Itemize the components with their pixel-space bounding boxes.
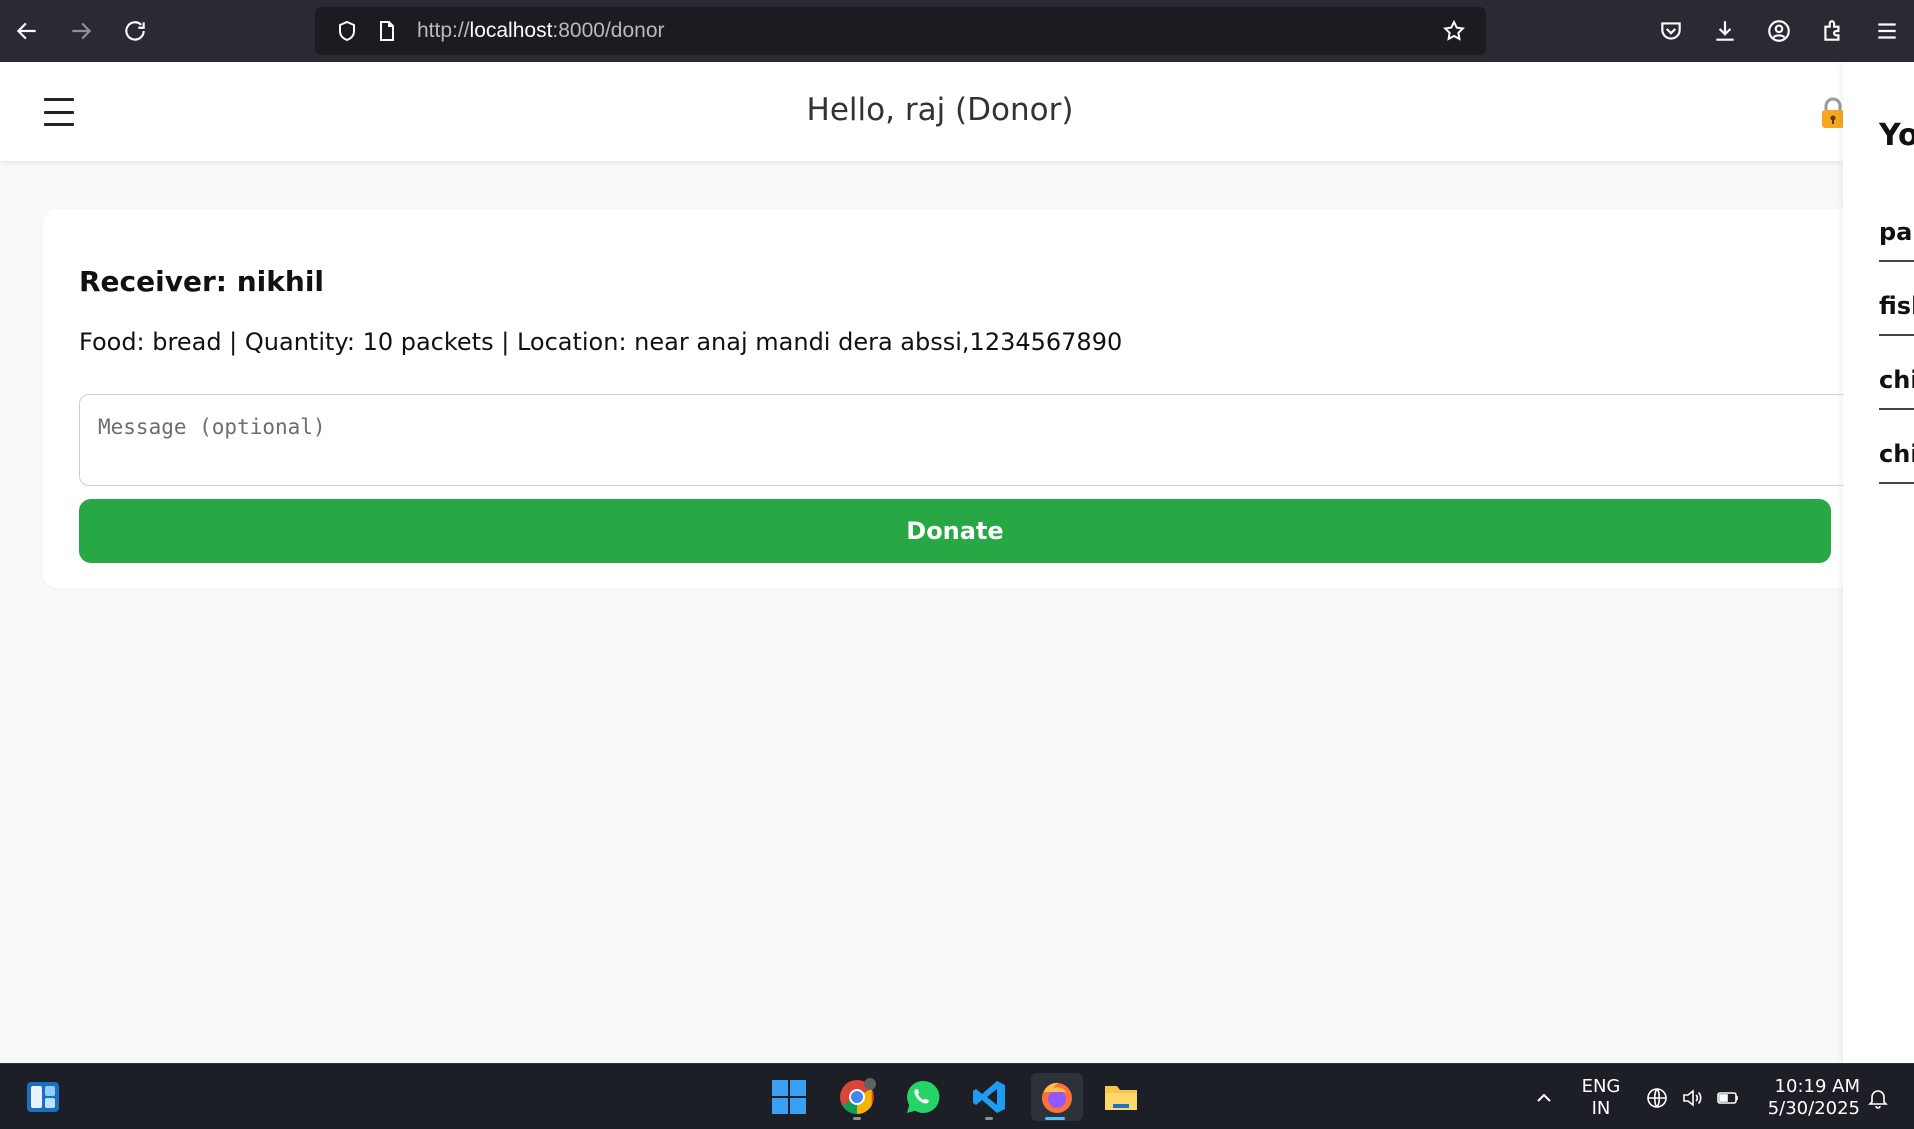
address-bar[interactable]: http://localhost:8000/donor [315,7,1486,55]
taskbar-whatsapp[interactable] [899,1073,947,1121]
battery-icon[interactable] [1716,1086,1740,1110]
side-panel-item[interactable]: fish [1879,262,1914,336]
start-button[interactable] [765,1073,813,1121]
donate-button[interactable]: Donate [79,499,1831,563]
request-details: Food: bread | Quantity: 10 packets | Loc… [79,328,1123,356]
taskbar-vscode[interactable] [965,1073,1013,1121]
taskbar-chrome[interactable] [833,1073,881,1121]
menu-button[interactable] [1860,0,1914,62]
menu-icon [1878,23,1896,39]
notification-bell-icon[interactable] [1866,1086,1890,1110]
url-text: http://localhost:8000/donor [417,19,665,43]
folder-icon [1105,1086,1137,1110]
browser-toolbar: http://localhost:8000/donor [0,0,1914,62]
reload-icon [125,21,145,41]
chrome-icon [840,1078,876,1114]
toolbar-right [1644,0,1914,62]
side-panel-item[interactable]: chi [1879,410,1914,484]
puzzle-icon [1824,20,1840,41]
network-globe-icon[interactable] [1645,1086,1669,1110]
side-panel-item[interactable]: par [1879,188,1914,262]
donation-card: Receiver: nikhil Food: bread | Quantity:… [43,209,1909,588]
pocket-icon [1661,22,1681,40]
forward-button[interactable] [54,0,108,62]
url-path: :8000/donor [552,19,665,42]
receiver-name: Receiver: nikhil [79,265,325,298]
pocket-button[interactable] [1644,0,1698,62]
windows-taskbar: ENG IN 10:19 AM 5/30/2025 [0,1063,1914,1129]
taskbar-firefox[interactable] [1031,1073,1083,1121]
message-input[interactable] [79,394,1909,486]
page-info-icon[interactable] [367,7,407,55]
downloads-button[interactable] [1698,0,1752,62]
widgets-button[interactable] [19,1073,67,1121]
download-icon [1716,21,1734,41]
back-button[interactable] [0,0,54,62]
extensions-button[interactable] [1806,0,1860,62]
language-code: ENG [1581,1076,1621,1097]
back-arrow-icon [16,22,36,40]
taskbar-file-explorer[interactable] [1097,1073,1145,1121]
url-prefix: http:// [417,19,470,42]
shield-icon[interactable] [327,7,367,55]
requests-side-panel: You par fish chi chi [1843,62,1914,1063]
clock-date: 5/30/2025 [1767,1098,1860,1119]
clock[interactable]: 10:19 AM 5/30/2025 [1760,1076,1860,1120]
forward-arrow-icon [72,22,92,40]
url-host: localhost [469,19,553,42]
firefox-icon [1042,1082,1072,1113]
account-button[interactable] [1752,0,1806,62]
windows-logo-icon [772,1080,806,1114]
language-indicator[interactable]: ENG IN [1578,1076,1624,1120]
side-panel-title: You [1879,118,1914,153]
clock-time: 10:19 AM [1774,1076,1860,1097]
vscode-icon [973,1081,1005,1113]
whatsapp-icon [907,1080,940,1113]
account-icon [1768,20,1790,42]
show-hidden-icons-chevron-icon[interactable] [1532,1086,1556,1110]
volume-icon[interactable] [1680,1086,1704,1110]
bookmark-star-icon[interactable] [1434,7,1474,55]
page-title: Hello, raj (Donor) [806,92,1074,128]
reload-button[interactable] [108,0,162,62]
widgets-icon [27,1082,59,1112]
page-header: Hello, raj (Donor) [0,62,1844,161]
side-panel-item[interactable]: chi [1879,336,1914,410]
region-code: IN [1591,1098,1611,1119]
